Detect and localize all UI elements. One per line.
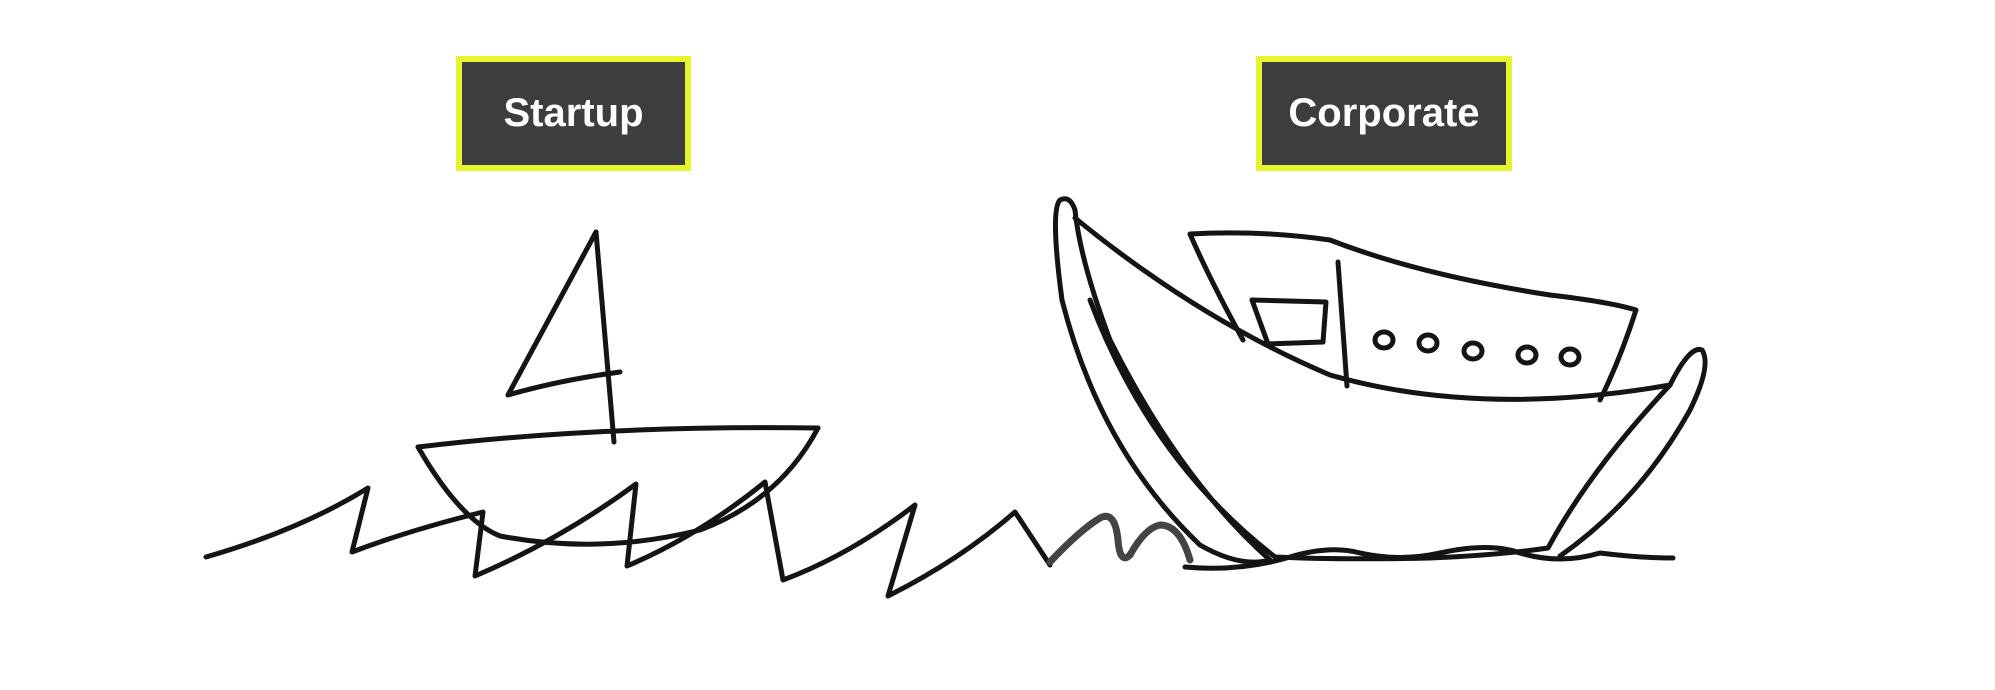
porthole-1 — [1372, 329, 1396, 351]
mast — [593, 229, 617, 445]
sea-waves — [203, 479, 1053, 599]
porthole-3 — [1461, 340, 1485, 362]
porthole-5 — [1558, 346, 1582, 368]
ship-window — [1249, 297, 1329, 347]
ship-outer-bow — [1052, 196, 1273, 565]
porthole-4 — [1515, 344, 1539, 366]
sketch-illustration — [203, 196, 1708, 599]
transition-wave — [1046, 512, 1194, 566]
ship-icon — [1052, 196, 1708, 565]
sailboat-deck — [415, 425, 821, 450]
porthole-2 — [1416, 332, 1440, 354]
ship-cabin-divider — [1335, 259, 1350, 389]
ship-stern — [1557, 346, 1708, 559]
